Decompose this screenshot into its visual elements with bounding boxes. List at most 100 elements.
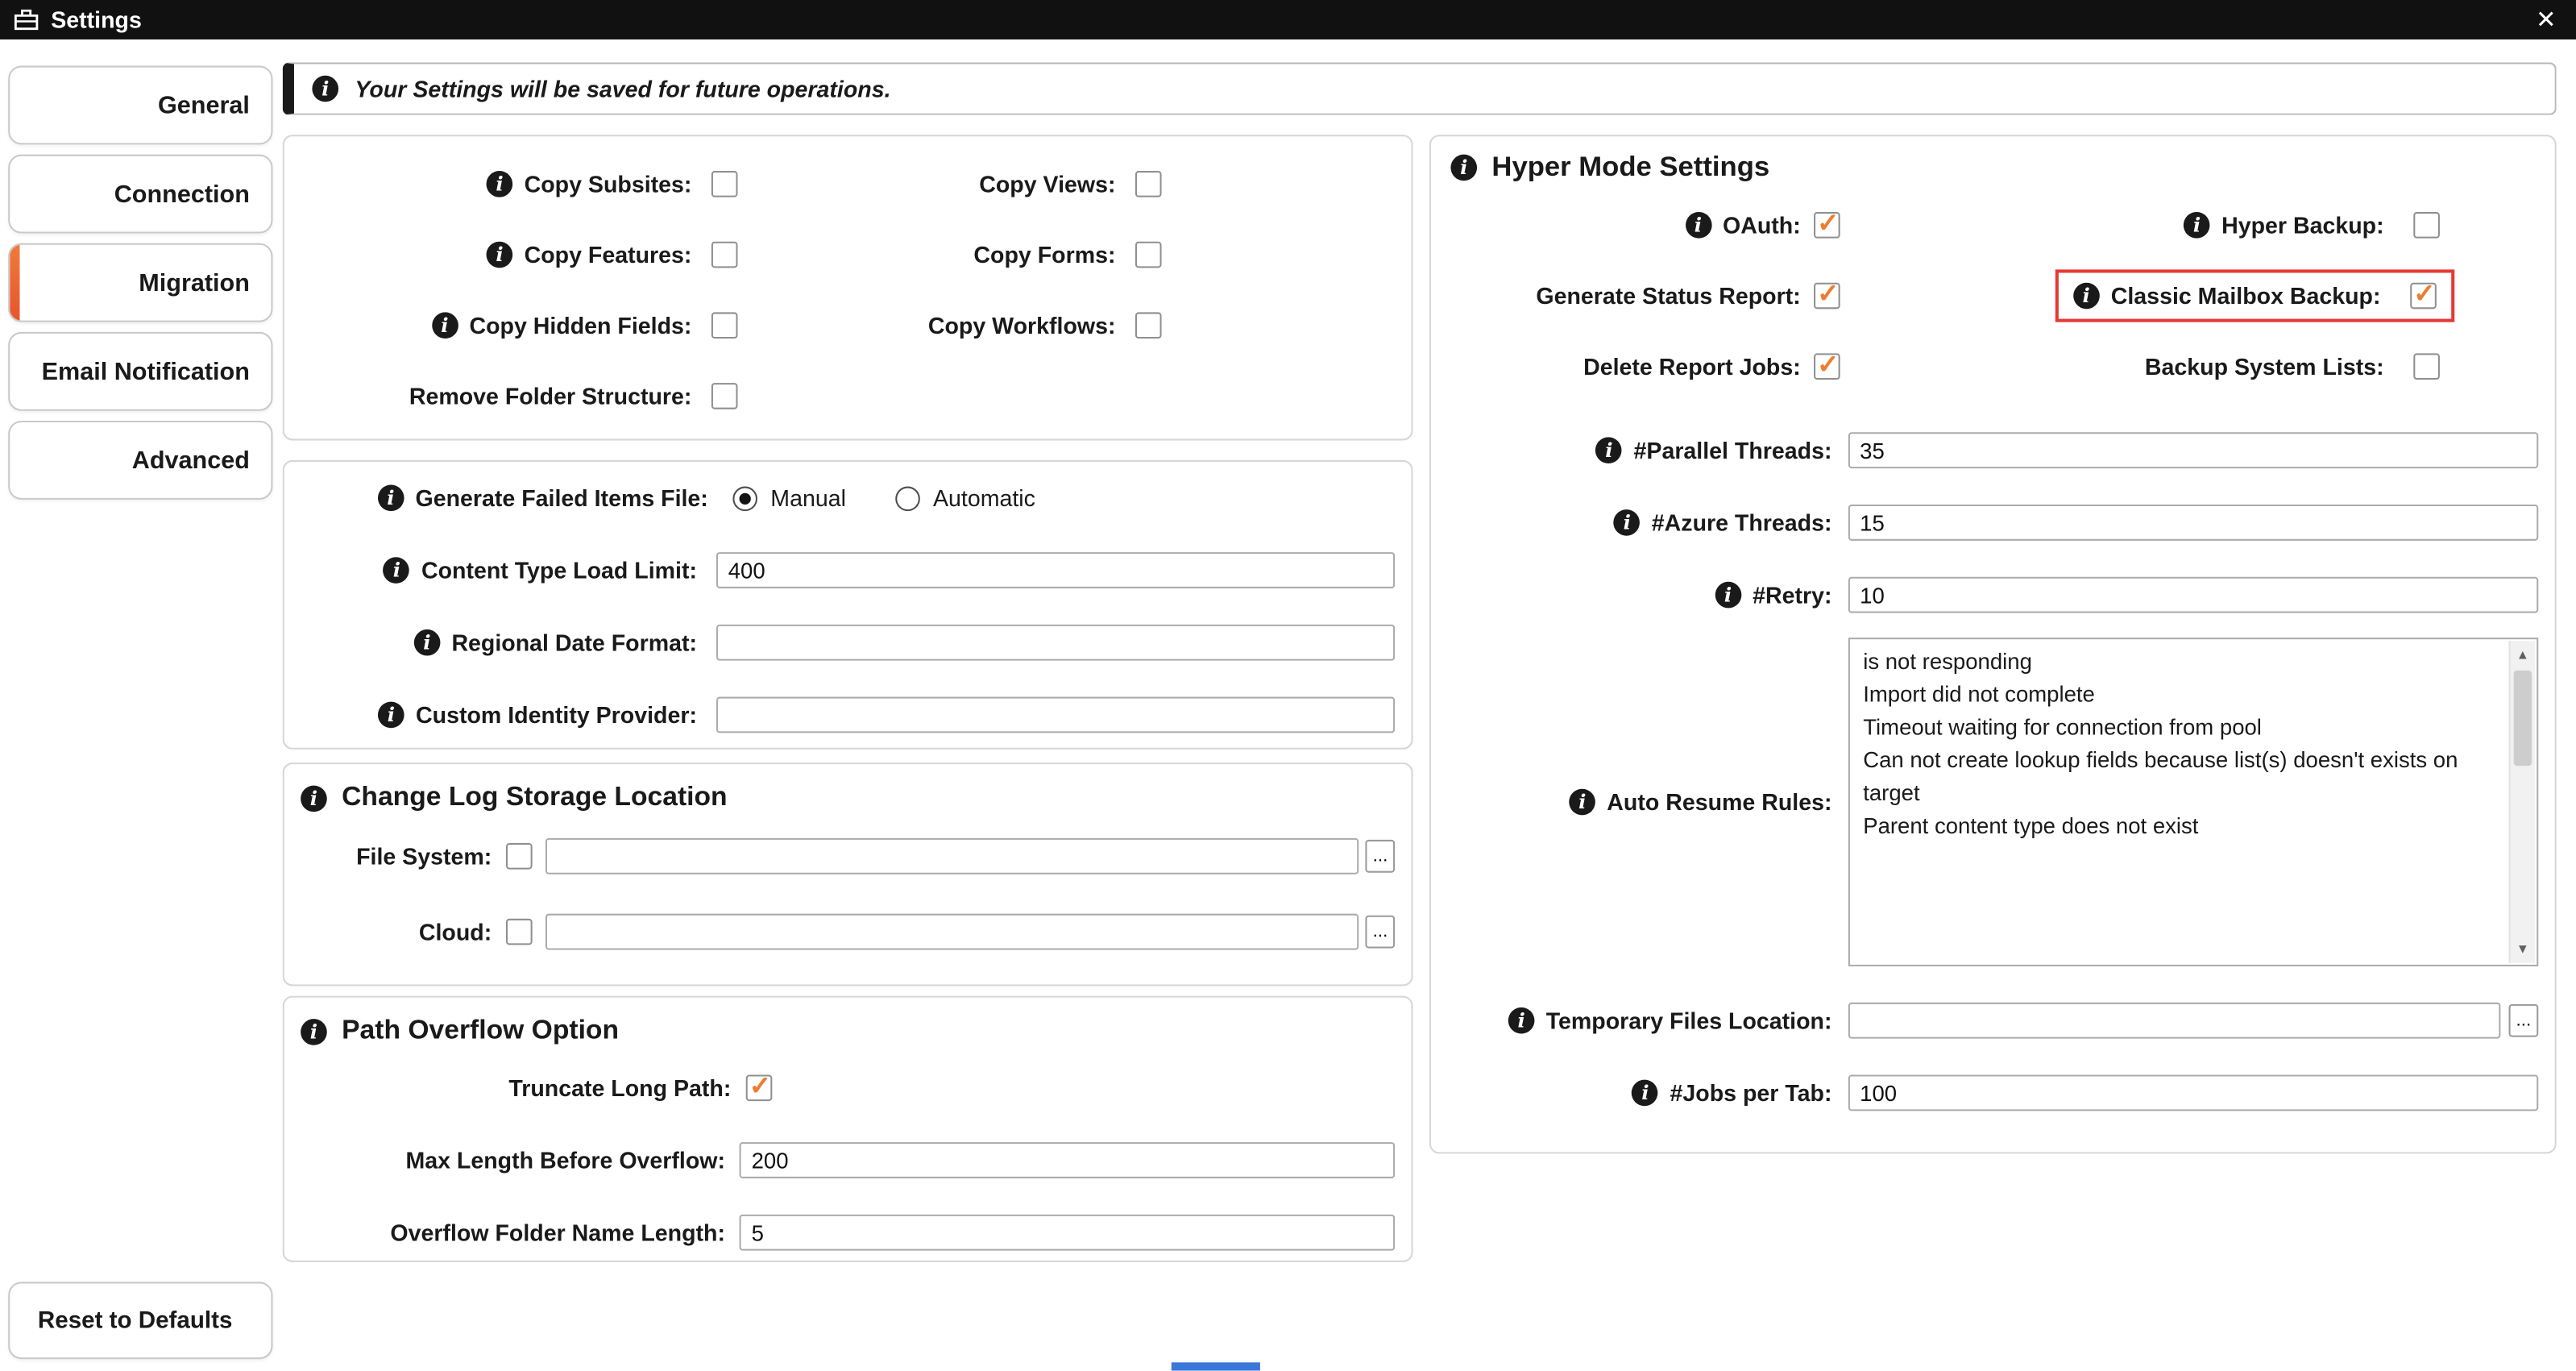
info-icon [2072, 281, 2100, 309]
copy-options-row: Copy Features: Copy Forms: [284, 218, 1412, 289]
classic-mailbox-backup-checkbox[interactable] [2410, 277, 2437, 310]
max-length-before-overflow-input[interactable] [740, 1142, 1396, 1178]
temporary-files-location-input[interactable] [1848, 1002, 2501, 1039]
azure-threads-label: #Azure Threads: [1447, 509, 1831, 536]
backup-system-lists-cell: Backup System Lists: [1989, 352, 2440, 379]
copy-views-checkbox[interactable] [1135, 170, 1162, 197]
automatic-radio[interactable] [895, 485, 920, 511]
regional-date-format-input[interactable] [716, 624, 1396, 661]
custom-identity-provider-input[interactable] [716, 696, 1396, 733]
max-length-before-overflow-label: Max Length Before Overflow: [405, 1147, 725, 1174]
tab-connection[interactable]: Connection [8, 154, 273, 234]
copy-views-label: Copy Views: [979, 170, 1116, 197]
copy-hidden-fields-checkbox[interactable] [711, 311, 738, 339]
file-system-label: File System: [356, 843, 492, 870]
scroll-up-arrow[interactable]: ▲ [2511, 642, 2536, 667]
tab-general-label: General [157, 91, 250, 119]
oauth-checkbox[interactable] [1814, 206, 1840, 239]
cloud-label: Cloud: [418, 918, 492, 945]
tab-migration[interactable]: Migration [8, 243, 273, 322]
info-icon [1508, 1007, 1535, 1034]
cloud-browse-button[interactable]: ... [1365, 915, 1396, 949]
file-system-checkbox[interactable] [506, 843, 533, 870]
cloud-row: Cloud: ... [284, 894, 1412, 970]
info-icon [378, 701, 404, 729]
generate-status-report-checkbox[interactable] [1814, 277, 1840, 310]
info-icon [1450, 154, 1478, 181]
copy-options-row: Copy Hidden Fields: Copy Workflows: [284, 289, 1412, 360]
tab-email-notification[interactable]: Email Notification [8, 331, 273, 411]
info-icon [1595, 437, 1623, 463]
info-icon [312, 75, 339, 102]
info-icon [384, 557, 410, 584]
taskbar-peek [1171, 1362, 1260, 1371]
classic-mailbox-backup-label: Classic Mailbox Backup: [2072, 281, 2381, 309]
backup-system-lists-checkbox[interactable] [2413, 352, 2440, 379]
close-icon[interactable]: ✕ [2529, 7, 2563, 32]
copy-features-checkbox[interactable] [711, 240, 738, 268]
info-icon [486, 240, 513, 268]
path-overflow-panel: Path Overflow Option Truncate Long Path:… [282, 995, 1413, 1262]
automatic-radio-label: Automatic [932, 484, 1035, 512]
scrollbar[interactable]: ▲ ▼ [2508, 641, 2536, 963]
temporary-files-browse-button[interactable]: ... [2508, 1003, 2539, 1037]
azure-threads-input[interactable] [1848, 504, 2539, 541]
info-icon [301, 784, 327, 812]
oauth-label: OAuth: [1447, 211, 1801, 238]
file-system-path-input[interactable] [545, 837, 1359, 875]
truncate-long-path-checkbox[interactable] [745, 1070, 773, 1103]
content-type-load-limit-input[interactable] [716, 552, 1396, 588]
copy-workflows-label: Copy Workflows: [927, 311, 1116, 339]
scroll-down-arrow[interactable]: ▼ [2511, 937, 2536, 962]
retry-input[interactable] [1848, 576, 2539, 613]
scrollbar-thumb[interactable] [2513, 670, 2532, 767]
tab-advanced[interactable]: Advanced [8, 420, 273, 500]
sidebar: General Connection Migration Email Notif… [8, 65, 273, 500]
jobs-per-tab-row: #Jobs per Tab: [1431, 1057, 2555, 1129]
banner-text: Your Settings will be saved for future o… [355, 75, 891, 102]
copy-forms-label: Copy Forms: [973, 240, 1116, 268]
content-type-load-limit-row: Content Type Load Limit: [284, 534, 1412, 607]
parallel-threads-input[interactable] [1848, 432, 2539, 469]
custom-identity-provider-row: Custom Identity Provider: [284, 679, 1412, 751]
manual-radio[interactable] [732, 485, 757, 511]
info-icon [486, 170, 513, 197]
info-icon [1569, 788, 1596, 816]
reset-to-defaults-button[interactable]: Reset to Defaults [8, 1282, 273, 1360]
copy-options-panel: Copy Subsites: Copy Views: Copy Features… [282, 135, 1413, 441]
status-report-classic-backup-row: Generate Status Report: Classic Mailbox … [1431, 260, 2555, 330]
copy-forms-checkbox[interactable] [1135, 240, 1162, 268]
failed-items-row: Generate Failed Items File: Manual Autom… [284, 462, 1412, 534]
jobs-per-tab-label: #Jobs per Tab: [1447, 1079, 1831, 1107]
manual-radio-label: Manual [770, 484, 846, 512]
hyper-backup-checkbox[interactable] [2413, 211, 2440, 238]
jobs-per-tab-input[interactable] [1848, 1074, 2539, 1111]
auto-resume-rules-textarea[interactable]: is not responding Import did not complet… [1848, 638, 2539, 966]
file-system-browse-button[interactable]: ... [1365, 839, 1396, 873]
copy-workflows-checkbox[interactable] [1135, 311, 1162, 339]
overflow-folder-name-length-input[interactable] [740, 1214, 1396, 1251]
regional-date-format-label: Regional Date Format: [301, 629, 697, 656]
path-overflow-title: Path Overflow Option [284, 998, 1412, 1052]
max-length-before-overflow-row: Max Length Before Overflow: [284, 1124, 1412, 1197]
hyper-backup-cell: Hyper Backup: [1989, 211, 2440, 238]
copy-features-label: Copy Features: [301, 240, 691, 268]
info-icon [377, 484, 404, 512]
change-log-panel: Change Log Storage Location File System:… [282, 762, 1413, 987]
remove-folder-structure-checkbox[interactable] [711, 382, 738, 409]
overflow-folder-name-length-label: Overflow Folder Name Length: [390, 1219, 725, 1246]
delete-report-jobs-checkbox[interactable] [1814, 347, 1840, 380]
cloud-checkbox[interactable] [506, 918, 533, 945]
delete-report-jobs-label: Delete Report Jobs: [1583, 352, 1801, 379]
cloud-path-input[interactable] [545, 913, 1359, 950]
copy-subsites-checkbox[interactable] [711, 170, 738, 197]
auto-resume-rules-row: Auto Resume Rules: is not responding Imp… [1431, 638, 2555, 966]
auto-resume-rules-label: Auto Resume Rules: [1447, 788, 1831, 816]
tab-advanced-label: Advanced [131, 446, 250, 475]
tab-general[interactable]: General [8, 65, 273, 145]
copy-options-row: Remove Folder Structure: [284, 360, 1412, 431]
settings-toolbox-icon [13, 8, 39, 31]
delete-jobs-backup-lists-row: Delete Report Jobs: Backup System Lists: [1431, 330, 2555, 401]
info-icon [2184, 211, 2210, 238]
content-type-load-limit-label: Content Type Load Limit: [301, 557, 697, 584]
